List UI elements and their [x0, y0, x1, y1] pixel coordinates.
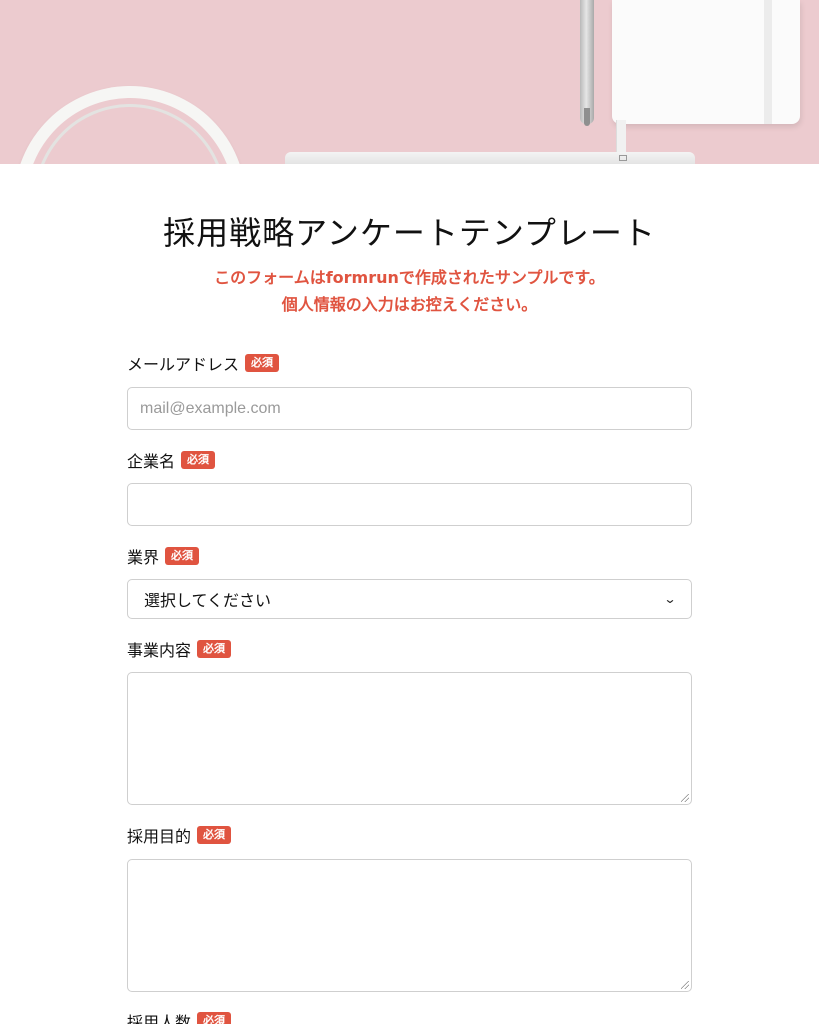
- business-description-textarea[interactable]: [127, 672, 692, 805]
- hiring-purpose-textarea[interactable]: [127, 859, 692, 992]
- industry-select[interactable]: 選択してください ⌄: [127, 579, 692, 619]
- hiring-purpose-label: 採用目的 必須: [127, 824, 232, 846]
- pen-graphic: [580, 0, 594, 124]
- email-placeholder: mail@example.com: [140, 399, 281, 417]
- industry-selected-value: 選択してください: [144, 591, 272, 610]
- required-badge: 必須: [181, 451, 216, 469]
- industry-label: 業界 必須: [127, 545, 200, 567]
- required-badge: 必須: [197, 826, 232, 844]
- business-description-label: 事業内容 必須: [127, 638, 232, 660]
- notice-line-1: このフォームはformrunで作成されたサンプルです。: [214, 268, 605, 287]
- resize-handle-icon[interactable]: [681, 981, 689, 989]
- form-title: 採用戦略アンケートテンプレート: [163, 214, 656, 252]
- required-badge: 必須: [197, 640, 232, 658]
- sample-notice: このフォームはformrunで作成されたサンプルです。 個人情報の入力はお控えく…: [0, 264, 819, 318]
- notice-line-2: 個人情報の入力はお控えください。: [281, 295, 538, 314]
- header-image: [0, 0, 819, 164]
- email-label: メールアドレス 必須: [127, 352, 280, 374]
- company-name-label: 企業名 必須: [127, 449, 216, 471]
- hiring-count-label: 採用人数 必須: [127, 1010, 232, 1024]
- resize-handle-icon[interactable]: [681, 794, 689, 802]
- required-badge: 必須: [165, 547, 200, 565]
- required-badge: 必須: [197, 1012, 232, 1024]
- chevron-down-icon: ⌄: [663, 592, 677, 606]
- email-field[interactable]: mail@example.com: [127, 387, 692, 430]
- laptop-graphic: [285, 152, 695, 164]
- required-badge: 必須: [245, 354, 280, 372]
- company-name-field[interactable]: [127, 483, 692, 526]
